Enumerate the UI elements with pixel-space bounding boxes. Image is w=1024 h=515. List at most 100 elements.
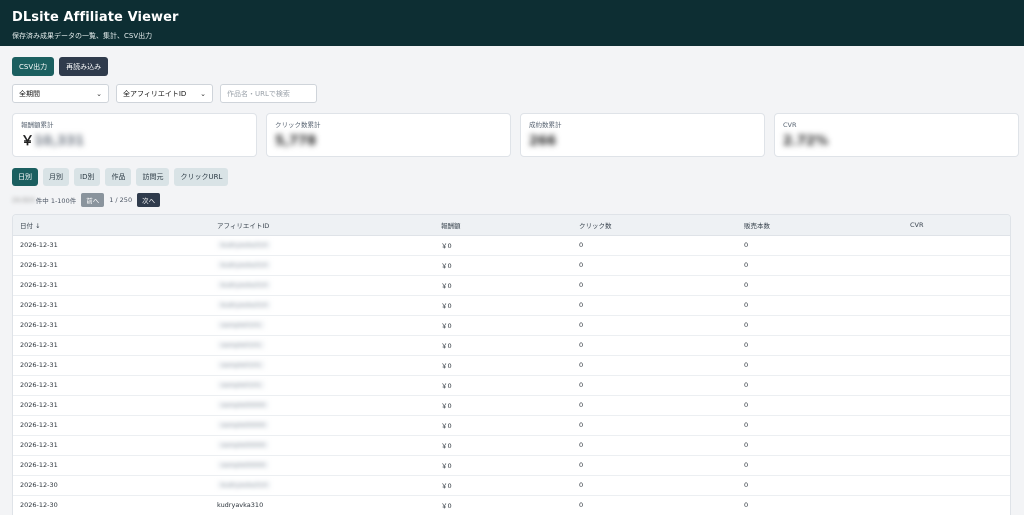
affiliate-id-text: sample0101 [217,361,266,369]
table-cell-reward: ￥0 [434,335,572,356]
search-input[interactable]: 作品名・URLで検索 [220,84,317,103]
table-cell-id: kudryavka310 [210,255,434,276]
data-table: 日付 ↓ アフィリエイトID 報酬額 クリック数 販売本数 CVR 2026-1… [12,214,1011,515]
chevron-down-icon: ⌄ [96,89,102,98]
affiliate-id-text: kudryavka310 [217,261,272,269]
table-cell-sales: 0 [737,395,903,416]
table-cell-cvr [903,415,1010,436]
affiliate-id-select[interactable]: 全アフィリエイトID ⌄ [116,84,213,103]
table-cell-cvr [903,395,1010,416]
table-cell-cvr [903,435,1010,456]
affiliate-id-text: sample00000 [217,401,270,409]
table-cell-clicks: 0 [572,415,737,436]
app-title: DLsite Affiliate Viewer [12,10,179,25]
table-cell-id: kudryavka310 [210,475,434,496]
table-row: 2026-12-31 sample0101 ￥0 0 0 [13,335,1010,356]
table-cell-id: sample00000 [210,415,434,436]
table-cell-cvr [903,375,1010,396]
next-page-button[interactable]: 次へ [137,193,161,207]
column-header-clicks[interactable]: クリック数 [572,215,737,236]
affiliate-id-text: kudryavka310 [217,301,272,309]
table-cell-clicks: 0 [572,335,737,356]
card-value: ￥10,331 [21,134,248,150]
table-row: 2026-12-31 sample00000 ￥0 0 0 [13,455,1010,476]
table-cell-id: kudryavka310 [210,495,434,515]
affiliate-id-text: kudryavka310 [217,241,272,249]
table-cell-id: sample0101 [210,355,434,376]
column-header-date[interactable]: 日付 ↓ [13,215,210,236]
table-row: 2026-12-31 kudryavka310 ￥0 0 0 [13,275,1010,296]
click-total-card: クリック数累計 5,778 [266,113,511,157]
column-header-affiliate-id[interactable]: アフィリエイトID [210,215,434,236]
affiliate-id-text: sample0101 [217,381,266,389]
period-select[interactable]: 全期間 ⌄ [12,84,109,103]
filter-bar: 全期間 ⌄ 全アフィリエイトID ⌄ 作品名・URLで検索 [12,84,317,103]
table-cell-sales: 0 [737,375,903,396]
affiliate-id-select-value: 全アフィリエイトID [123,89,187,98]
tab-by-id[interactable]: ID別 [74,168,101,186]
toolbar: CSV出力 再読み込み [12,57,109,76]
table-cell-reward: ￥0 [434,355,572,376]
affiliate-id-text: sample0101 [217,341,266,349]
table-cell-sales: 0 [737,335,903,356]
chevron-down-icon: ⌄ [200,89,206,98]
table-cell-reward: ￥0 [434,395,572,416]
column-header-cvr[interactable]: CVR [903,215,1010,236]
table-cell-reward: ￥0 [434,475,572,496]
table-cell-reward: ￥0 [434,275,572,296]
table-cell-reward: ￥0 [434,415,572,436]
tab-referrer[interactable]: 訪問元 [136,168,170,186]
table-cell-id: kudryavka310 [210,275,434,296]
table-cell-clicks: 0 [572,435,737,456]
table-cell-cvr [903,315,1010,336]
table-cell-reward: ￥0 [434,435,572,456]
table-cell-cvr [903,255,1010,276]
table-row: 2026-12-31 kudryavka310 ￥0 0 0 [13,255,1010,276]
table-cell-id: sample00000 [210,395,434,416]
table-row: 2026-12-31 kudryavka310 ￥0 0 0 [13,295,1010,316]
tab-monthly[interactable]: 月別 [43,168,69,186]
table-cell-reward: ￥0 [434,235,572,256]
prev-page-button[interactable]: 前へ [81,193,105,207]
tab-daily[interactable]: 日別 [12,168,38,186]
table-row: 2026-12-31 sample00000 ￥0 0 0 [13,415,1010,436]
tab-works[interactable]: 作品 [105,168,132,186]
table-cell-sales: 0 [737,235,903,256]
result-range: 件中 1-100件 [35,197,77,205]
affiliate-id-text: sample0101 [217,321,266,329]
table-cell-cvr [903,335,1010,356]
column-header-sales[interactable]: 販売本数 [737,215,903,236]
card-label: 成約数累計 [529,121,562,129]
reload-button[interactable]: 再読み込み [59,57,109,76]
table-cell-clicks: 0 [572,475,737,496]
table-cell-cvr [903,495,1010,515]
table-row: 2026-12-31 sample0101 ￥0 0 0 [13,355,1010,376]
table-cell-clicks: 0 [572,315,737,336]
column-header-reward[interactable]: 報酬額 [434,215,572,236]
table-cell-date: 2026-12-31 [13,295,210,316]
affiliate-id-text: sample00000 [217,421,270,429]
table-cell-reward: ￥0 [434,375,572,396]
table-row: 2026-12-31 kudryavka310 ￥0 0 0 [13,235,1010,256]
table-row: 2026-12-31 sample00000 ￥0 0 0 [13,435,1010,456]
csv-export-button[interactable]: CSV出力 [12,57,55,76]
view-tabs: 日別 月別 ID別 作品 訪問元 クリックURL [12,168,229,186]
table-row: 2026-12-31 sample0101 ￥0 0 0 [13,315,1010,336]
table-row: 2026-12-30 kudryavka310 ￥0 0 0 [13,475,1010,496]
cvr-value: 2.72% [783,134,829,149]
table-row: 2026-12-31 sample00000 ￥0 0 0 [13,395,1010,416]
table-cell-reward: ￥0 [434,455,572,476]
table-cell-date: 2026-12-30 [13,475,210,496]
cvr-card: CVR 2.72% [774,113,1019,157]
table-cell-clicks: 0 [572,255,737,276]
tab-click-url[interactable]: クリックURL [174,168,229,186]
table-cell-cvr [903,455,1010,476]
table-cell-date: 2026-12-31 [13,355,210,376]
table-cell-sales: 0 [737,315,903,336]
table-cell-sales: 0 [737,295,903,316]
reward-total-card: 報酬額累計 ￥10,331 [12,113,257,157]
table-cell-date: 2026-12-31 [13,235,210,256]
click-total-value: 5,778 [275,134,317,149]
table-cell-cvr [903,475,1010,496]
table-cell-clicks: 0 [572,395,737,416]
